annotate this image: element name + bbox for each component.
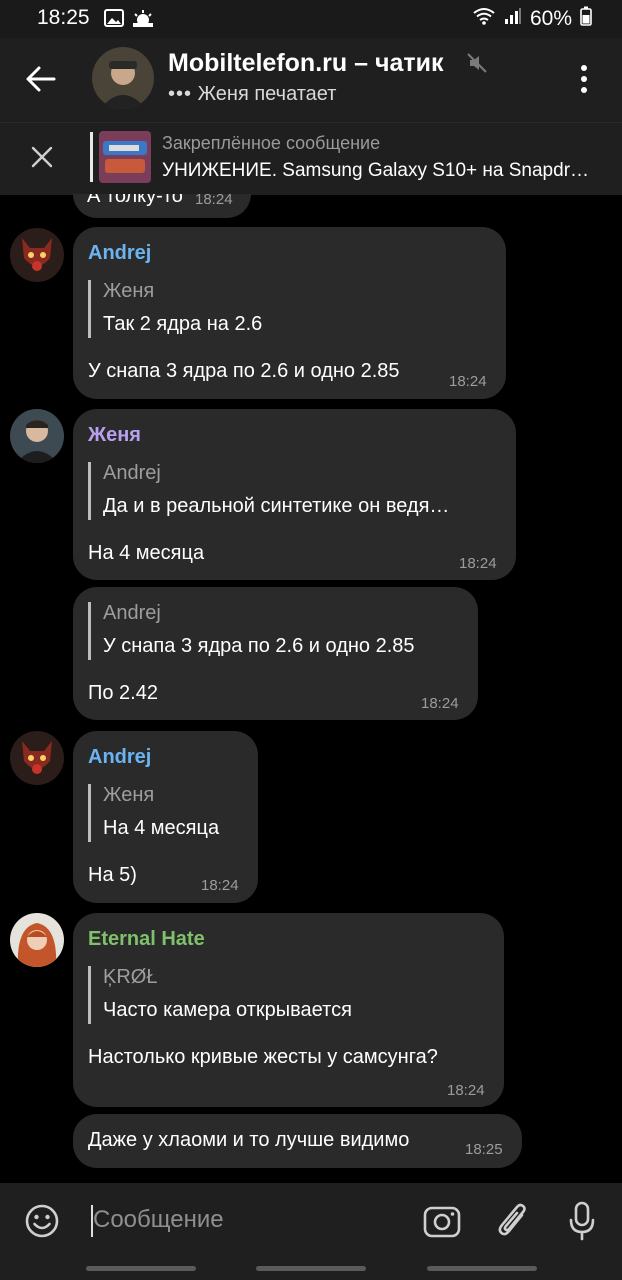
message-input[interactable]: Сообщение <box>93 1206 224 1234</box>
pinned-title: Закреплённое сообщение <box>162 133 381 153</box>
message-text: Настолько кривые жесты у самсунга? <box>88 1046 438 1068</box>
typing-dots: ••• <box>168 83 193 105</box>
gallery-icon <box>104 9 124 32</box>
message-time: 18:24 <box>459 555 497 572</box>
message-bubble[interactable]: Eternal Hate ĶRØŁ Часто камера открывает… <box>73 913 504 1107</box>
status-right: 60% <box>472 6 592 32</box>
message-text: По 2.42 <box>88 682 158 704</box>
reply-quote[interactable]: Andrej Да и в реальной синтетике он ведя… <box>88 462 449 520</box>
reply-quote[interactable]: Женя Так 2 ядра на 2.6 <box>88 280 262 338</box>
message-bubble[interactable]: Даже у хлаоми и то лучше видимо 18:25 <box>73 1114 522 1168</box>
quote-sender: Andrej <box>103 462 161 484</box>
message-text: На 4 месяца <box>88 542 205 564</box>
message-bubble[interactable]: Женя Andrej Да и в реальной синтетике он… <box>73 409 516 580</box>
avatar[interactable] <box>10 731 64 785</box>
quote-sender: ĶRØŁ <box>103 966 158 988</box>
message-bubble[interactable]: Andrej Женя Так 2 ядра на 2.6 У снапа 3 … <box>73 227 506 399</box>
camera-icon[interactable] <box>423 1203 461 1244</box>
pinned-text: УНИЖЕНИЕ. Samsung Galaxy S10+ на Snapdra… <box>162 160 592 181</box>
partial-message-text: А толку-то <box>87 194 183 207</box>
message-time: 18:24 <box>421 695 459 712</box>
quote-text: Так 2 ядра на 2.6 <box>103 313 263 335</box>
more-icon[interactable] <box>580 64 588 99</box>
nav-home-handle[interactable] <box>256 1266 366 1271</box>
weather-icon <box>131 8 155 33</box>
chat-title[interactable]: Mobiltelefon.ru – чатик <box>168 49 444 78</box>
sender-name[interactable]: Eternal Hate <box>88 928 205 951</box>
close-icon[interactable] <box>30 145 54 174</box>
avatar[interactable] <box>10 228 64 282</box>
sender-name[interactable]: Andrej <box>88 746 151 769</box>
sender-name[interactable]: Andrej <box>88 242 151 265</box>
typing-text: Женя печатает <box>197 83 337 105</box>
message-text: У снапа 3 ядра по 2.6 и одно 2.85 <box>88 360 400 382</box>
message-time: 18:25 <box>465 1141 503 1158</box>
mute-icon <box>466 52 488 79</box>
nav-back-handle[interactable] <box>427 1266 537 1271</box>
wifi-icon <box>472 7 496 31</box>
sender-name[interactable]: Женя <box>88 424 141 447</box>
quote-sender: Женя <box>103 280 155 302</box>
quote-text: У снапа 3 ядра по 2.6 и одно 2.85 <box>103 635 415 657</box>
message-time: 18:24 <box>201 877 239 894</box>
nav-recents-handle[interactable] <box>86 1266 196 1271</box>
back-arrow-icon[interactable] <box>24 62 58 101</box>
mic-icon[interactable] <box>568 1201 596 1246</box>
reply-quote[interactable]: Andrej У снапа 3 ядра по 2.6 и одно 2.85 <box>88 602 415 660</box>
pinned-accent <box>90 132 93 182</box>
quote-sender: Andrej <box>103 602 161 624</box>
message-bubble[interactable]: Andrej Женя На 4 месяца На 5) 18:24 <box>73 731 258 903</box>
quote-text: На 4 месяца <box>103 817 220 839</box>
partial-message-bubble[interactable]: А толку-то 18:24 <box>73 194 251 218</box>
battery-percent: 60% <box>529 7 572 30</box>
quote-text: Да и в реальной синтетике он ведя… <box>103 495 450 517</box>
quote-sender: Женя <box>103 784 155 806</box>
chat-avatar[interactable] <box>92 47 154 109</box>
message-time: 18:24 <box>447 1082 485 1099</box>
quote-text: Часто камера открывается <box>103 999 352 1021</box>
reply-quote[interactable]: ĶRØŁ Часто камера открывается <box>88 966 352 1024</box>
reply-quote[interactable]: Женя На 4 месяца <box>88 784 219 842</box>
message-text: Даже у хлаоми и то лучше видимо <box>88 1129 410 1151</box>
status-time: 18:25 <box>37 6 90 29</box>
signal-icon <box>504 7 522 31</box>
message-time: 18:24 <box>449 373 487 390</box>
emoji-icon[interactable] <box>24 1203 60 1244</box>
battery-icon <box>580 6 592 32</box>
attach-icon[interactable] <box>497 1201 529 1246</box>
message-bubble[interactable]: Andrej У снапа 3 ядра по 2.6 и одно 2.85… <box>73 587 478 720</box>
typing-status: ••• Женя печатает <box>168 83 336 106</box>
pinned-thumbnail <box>99 131 151 183</box>
avatar[interactable] <box>10 409 64 463</box>
message-text: На 5) <box>88 864 137 886</box>
message-time: 18:24 <box>195 194 233 208</box>
avatar[interactable] <box>10 913 64 967</box>
